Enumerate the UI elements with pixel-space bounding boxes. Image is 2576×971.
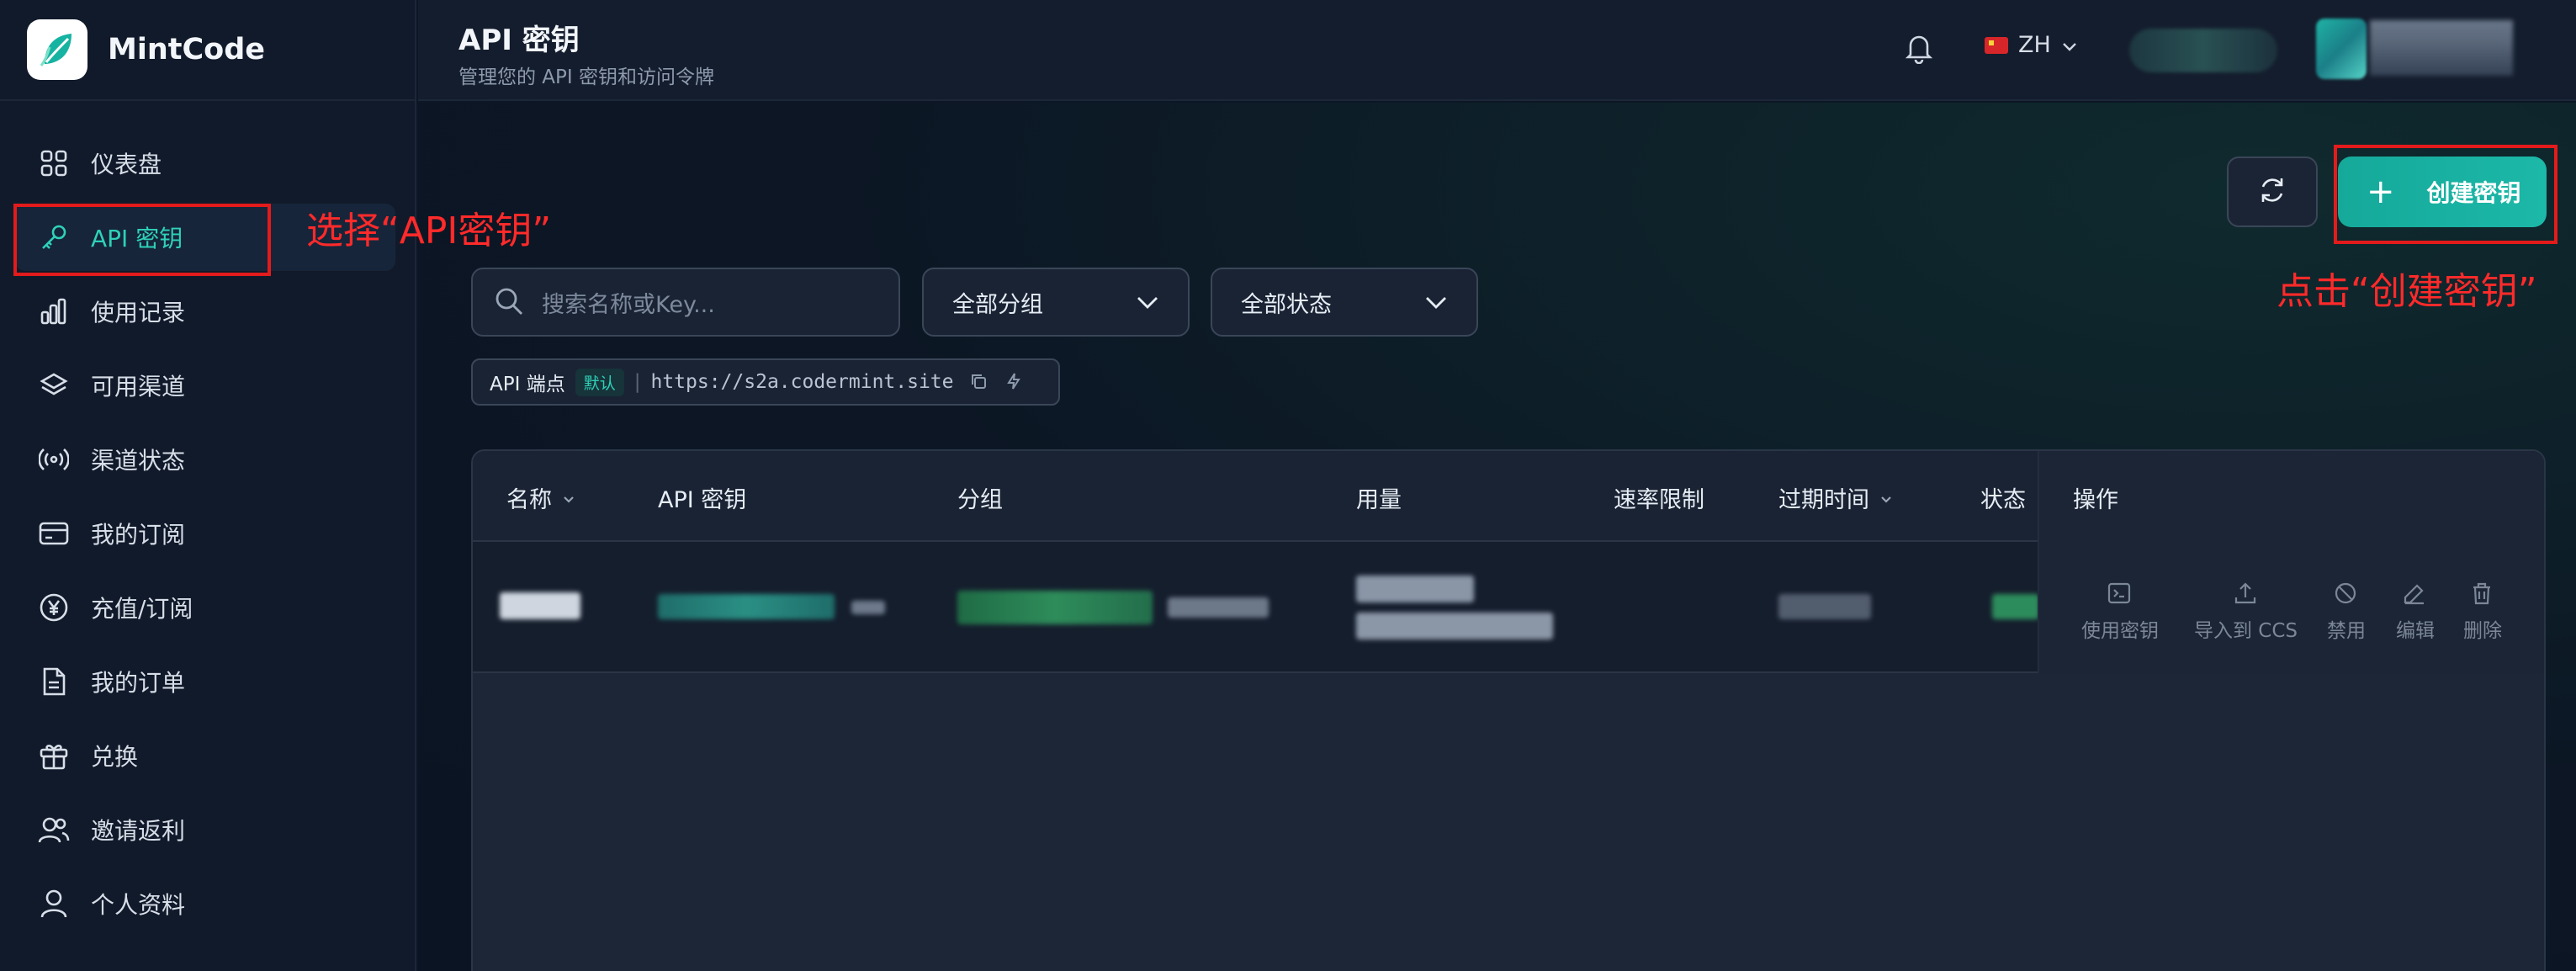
sidebar-item-subscriptions[interactable]: 我的订阅 — [0, 496, 415, 570]
upload-icon — [2233, 581, 2260, 608]
app-name: MintCode — [108, 33, 265, 66]
redacted-usage-1 — [1356, 576, 1474, 602]
redacted-group-extra — [1168, 597, 1269, 618]
main-content: + 创建密钥 搜索名称或Key... 全部分组 全部状态 API 端点 默认 |… — [418, 103, 2576, 971]
china-flag-icon — [1985, 36, 2008, 54]
sidebar-item-label: 兑换 — [91, 743, 139, 771]
language-selector[interactable]: ZH — [1985, 32, 2078, 58]
lightning-icon[interactable] — [1004, 372, 1025, 392]
chevron-down-icon — [1424, 289, 1448, 316]
api-endpoint-bar: API 端点 默认 | https://s2a.codermint.site — [471, 358, 1060, 406]
annotation-click-create-key: 点击“创建密钥” — [2277, 270, 2537, 313]
sidebar-item-label: 渠道状态 — [91, 447, 186, 475]
status-filter-value: 全部状态 — [1241, 291, 1332, 318]
ban-icon — [2333, 581, 2360, 608]
broadcast-icon — [37, 443, 71, 476]
sidebar-item-channel-status[interactable]: 渠道状态 — [0, 422, 415, 496]
yen-icon — [37, 591, 71, 624]
brand[interactable]: MintCode — [0, 0, 415, 101]
status-badge — [1992, 594, 2039, 619]
page-subtitle: 管理您的 API 密钥和访问令牌 — [458, 66, 715, 88]
users-icon — [37, 813, 71, 846]
language-code: ZH — [2018, 32, 2051, 58]
sidebar-item-profile[interactable]: 个人资料 — [0, 867, 415, 941]
edit-icon — [2402, 581, 2429, 608]
search-input[interactable]: 搜索名称或Key... — [471, 268, 900, 337]
search-icon — [493, 285, 527, 319]
redacted-usage-2 — [1356, 613, 1553, 639]
column-actions: 操作 — [2073, 487, 2118, 513]
sidebar-item-label: 邀请返利 — [91, 817, 186, 845]
trash-icon — [2469, 581, 2496, 608]
sidebar-item-dashboard[interactable]: 仪表盘 — [0, 126, 415, 200]
card-icon — [37, 517, 71, 550]
sidebar-item-redeem[interactable]: 兑换 — [0, 719, 415, 793]
balance-badge[interactable] — [2129, 29, 2277, 72]
highlight-box-api-keys — [13, 204, 271, 276]
sidebar-item-label: 充值/订阅 — [91, 595, 193, 623]
default-badge: 默认 — [575, 368, 624, 396]
highlight-box-create-key — [2334, 145, 2557, 244]
refresh-icon — [2255, 173, 2289, 210]
bar-chart-icon — [37, 294, 71, 328]
sidebar-item-label: 个人资料 — [91, 891, 186, 919]
use-key-button[interactable]: 使用密钥 — [2081, 581, 2159, 643]
sidebar-item-label: 可用渠道 — [91, 373, 186, 401]
page-title: API 密钥 — [458, 24, 580, 57]
sidebar-item-usage[interactable]: 使用记录 — [0, 274, 415, 348]
sidebar-item-label: 使用记录 — [91, 299, 186, 326]
status-filter-select[interactable]: 全部状态 — [1211, 268, 1478, 337]
leaf-logo-icon — [27, 19, 87, 80]
gift-icon — [37, 739, 71, 772]
chevron-down-icon — [562, 485, 575, 511]
bell-icon[interactable] — [1904, 32, 1937, 66]
group-filter-select[interactable]: 全部分组 — [922, 268, 1190, 337]
sidebar-item-orders[interactable]: 我的订单 — [0, 645, 415, 719]
column-expiry[interactable]: 过期时间 — [1778, 481, 1893, 514]
sidebar-item-label: 仪表盘 — [91, 151, 162, 178]
sidebar-item-recharge[interactable]: 充值/订阅 — [0, 570, 415, 645]
column-group: 分组 — [957, 487, 1003, 513]
chevron-down-icon — [1879, 485, 1893, 511]
sidebar-item-label: 我的订阅 — [91, 521, 186, 549]
redacted-group — [957, 591, 1153, 624]
search-placeholder: 搜索名称或Key... — [542, 291, 715, 318]
document-icon — [37, 665, 71, 698]
redacted-key — [658, 594, 835, 619]
delete-button[interactable]: 删除 — [2463, 581, 2502, 643]
chevron-down-icon — [2061, 32, 2078, 58]
copy-icon[interactable] — [969, 372, 989, 392]
refresh-button[interactable] — [2227, 157, 2318, 227]
column-usage: 用量 — [1356, 487, 1402, 513]
user-icon — [37, 887, 71, 921]
terminal-icon — [2107, 581, 2133, 608]
redacted-name — [500, 592, 580, 619]
group-filter-value: 全部分组 — [952, 291, 1043, 318]
sidebar-item-channels[interactable]: 可用渠道 — [0, 348, 415, 422]
endpoint-url: https://s2a.codermint.site — [650, 371, 954, 393]
redacted-expiry — [1778, 594, 1871, 619]
api-keys-table: 名称 API 密钥 分组 用量 速率限制 过期时间 状态 操作 使用密钥 导入到… — [471, 449, 2546, 971]
sidebar: MintCode 仪表盘 API 密钥 使用记录 可用渠道 渠道状态 我的订阅 — [0, 0, 416, 971]
column-name[interactable]: 名称 — [506, 481, 575, 514]
top-header: API 密钥 管理您的 API 密钥和访问令牌 ZH — [418, 0, 2576, 101]
endpoint-label: API 端点 — [490, 374, 565, 395]
chevron-down-icon — [1136, 289, 1159, 316]
layers-icon — [37, 369, 71, 402]
avatar[interactable] — [2316, 19, 2367, 79]
redacted-key-suffix — [851, 601, 885, 614]
import-ccs-button[interactable]: 导入到 CCS — [2194, 581, 2298, 643]
column-rate-limit: 速率限制 — [1614, 487, 1704, 513]
user-menu[interactable] — [2370, 20, 2513, 76]
sidebar-item-referral[interactable]: 邀请返利 — [0, 793, 415, 867]
column-status: 状态 — [1980, 487, 2026, 513]
grid-icon — [37, 146, 71, 180]
actions-column: 操作 使用密钥 导入到 CCS 禁用 编辑 删除 — [2038, 451, 2544, 673]
disable-button[interactable]: 禁用 — [2327, 581, 2366, 643]
annotation-select-api-keys: 选择“API密钥” — [306, 210, 552, 252]
column-api-key: API 密钥 — [658, 487, 747, 513]
sidebar-item-label: 我的订单 — [91, 669, 186, 697]
edit-button[interactable]: 编辑 — [2396, 581, 2435, 643]
